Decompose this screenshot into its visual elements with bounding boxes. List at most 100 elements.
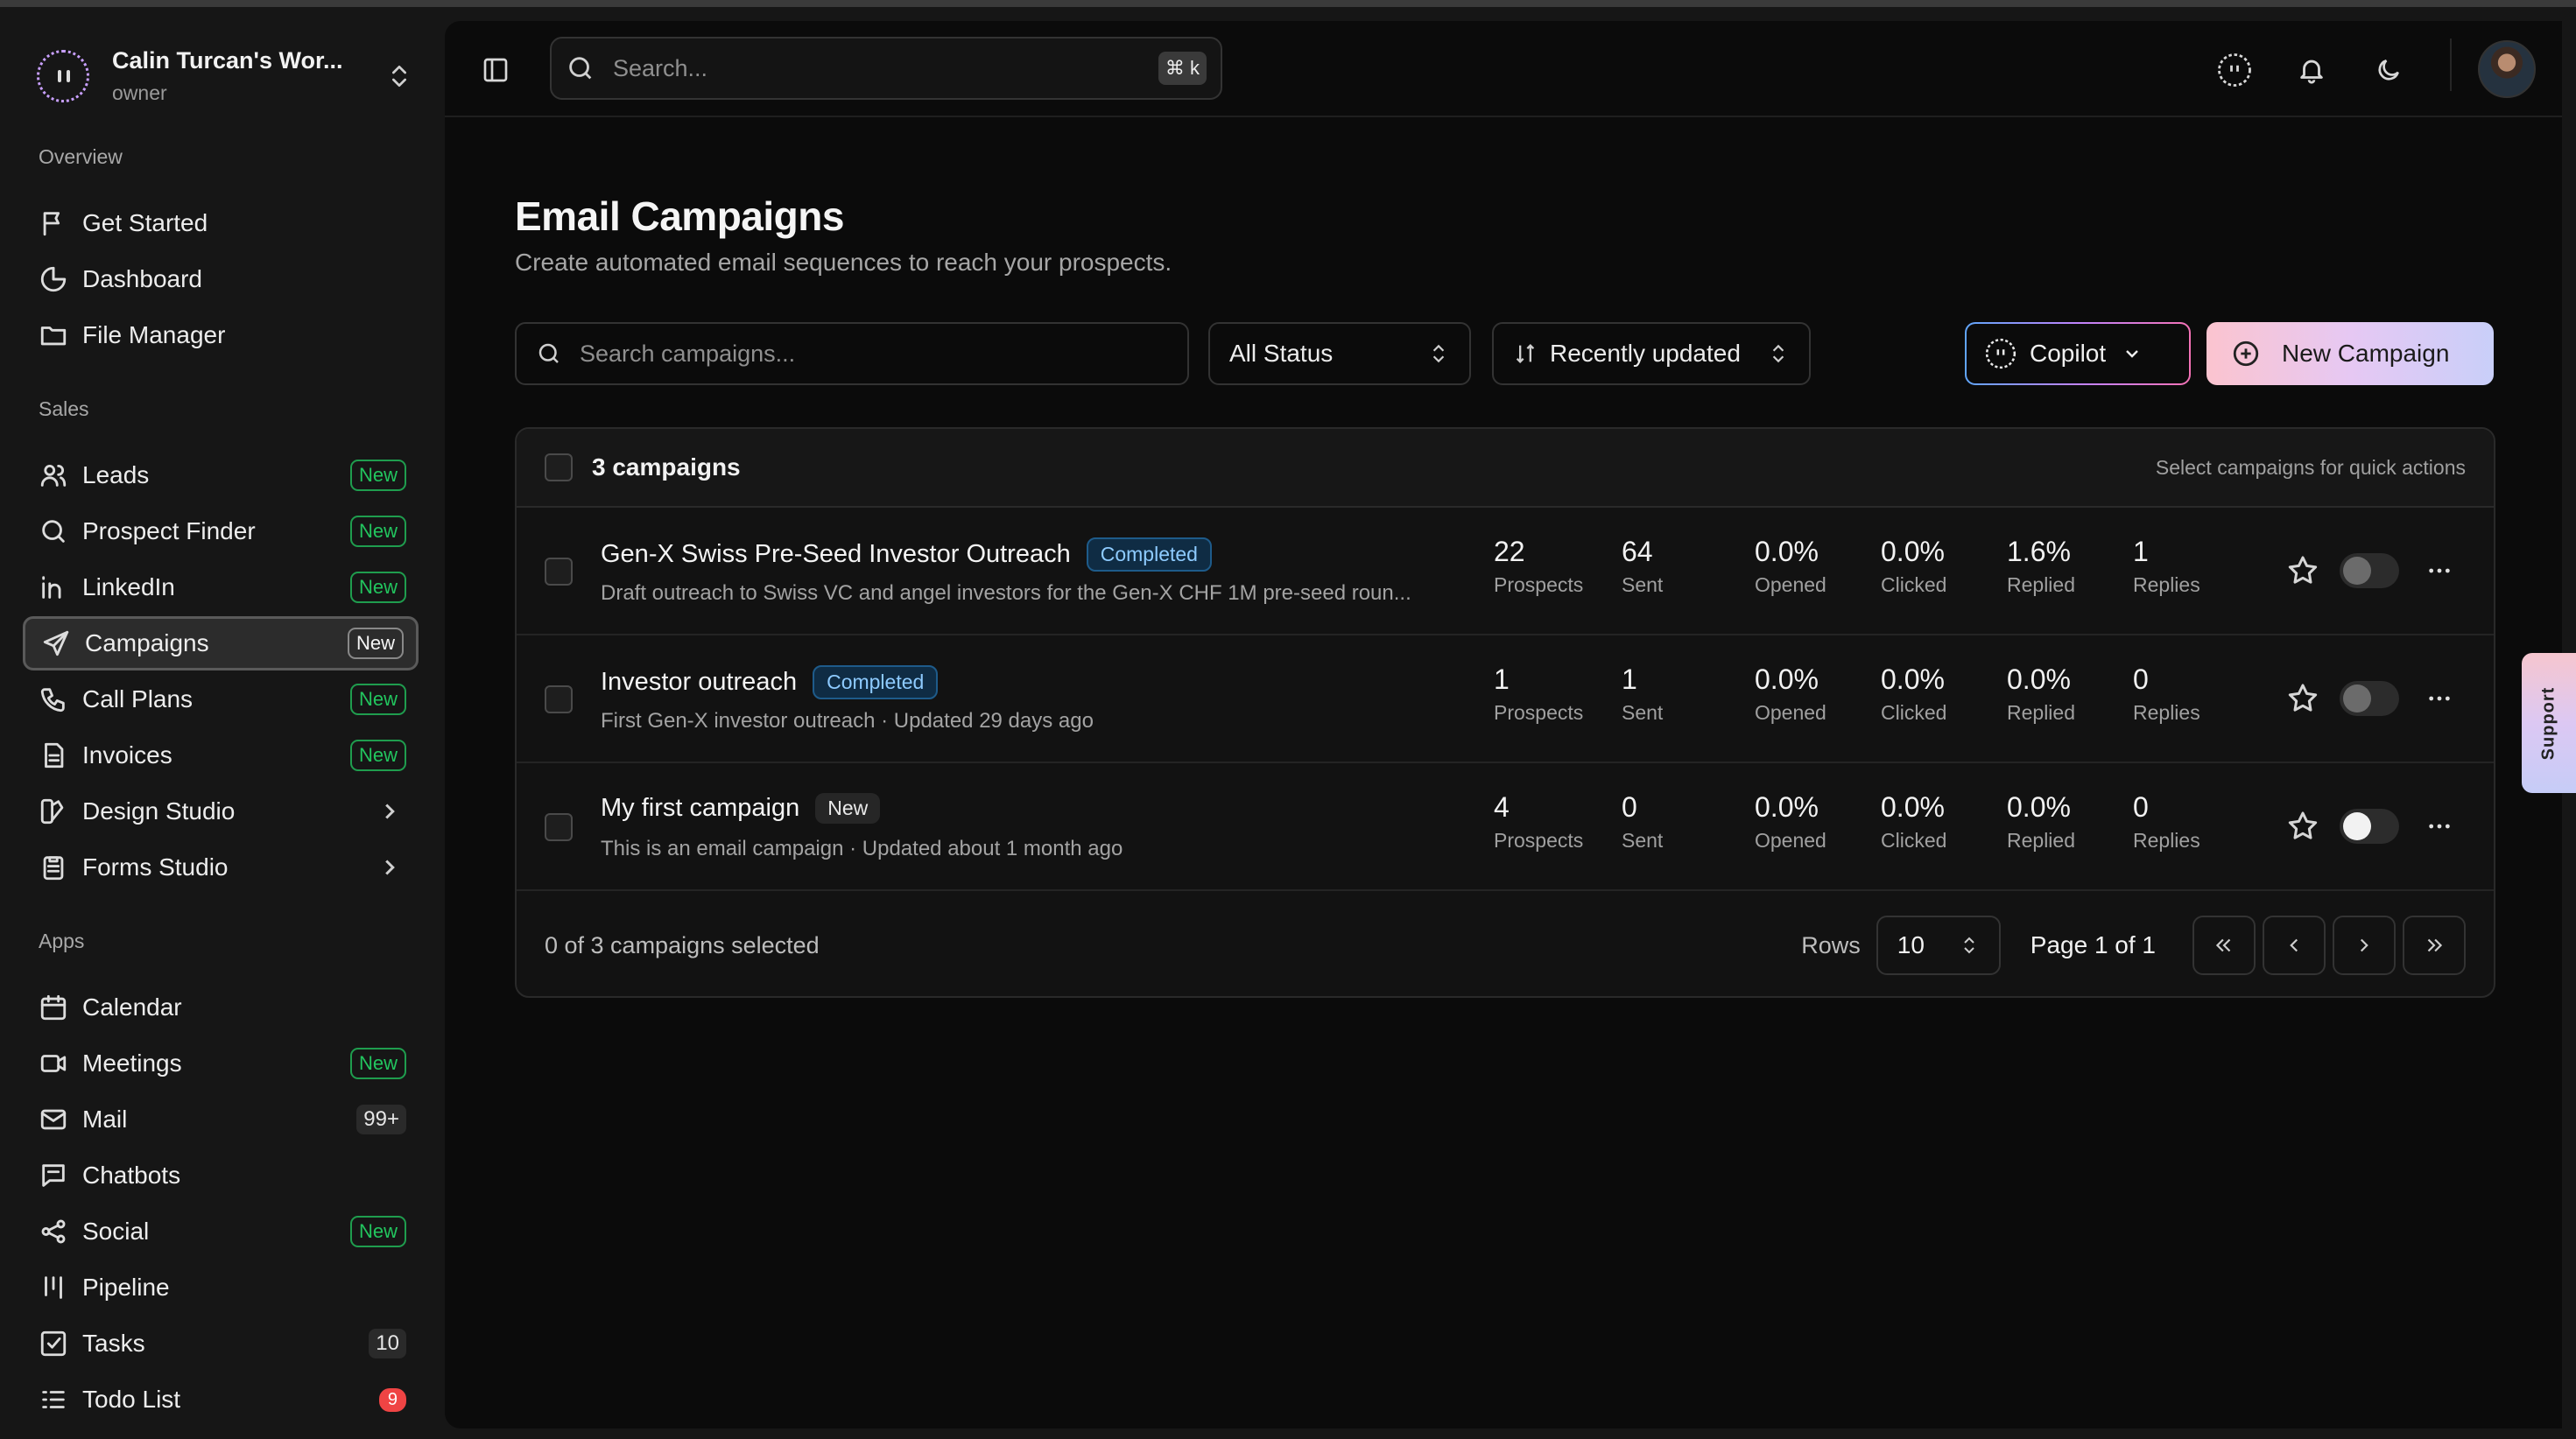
star-icon[interactable]: [2285, 681, 2320, 716]
stat-replies: 0 Replies: [2133, 663, 2200, 725]
star-icon[interactable]: [2285, 809, 2320, 844]
send-icon: [43, 630, 69, 656]
stat-label: Replies: [2133, 701, 2200, 724]
linkedin-icon: [42, 576, 61, 599]
last-page-button[interactable]: [2403, 916, 2466, 975]
campaign-name[interactable]: Investor outreach: [601, 668, 797, 697]
first-page-button[interactable]: [2192, 916, 2256, 975]
search-icon: [569, 57, 592, 80]
support-tab[interactable]: Support: [2522, 653, 2576, 793]
theme-toggle-button[interactable]: [2371, 53, 2406, 88]
sidebar-item-label: Social: [82, 1218, 150, 1245]
sidebar-item-label: Meetings: [82, 1049, 182, 1077]
chevron-right-icon: [385, 804, 395, 819]
star-icon[interactable]: [2285, 553, 2320, 588]
table-row[interactable]: My first campaign New This is an email cam…: [517, 763, 2494, 891]
new-badge: New: [347, 628, 404, 659]
previous-page-button[interactable]: [2263, 916, 2326, 975]
sidebar-item-label: Invoices: [82, 741, 172, 769]
sidebar-item-todo-list[interactable]: Todo List 9: [23, 1372, 419, 1427]
stat-replies: 1 Replies: [2133, 536, 2200, 597]
more-horizontal-icon[interactable]: [2422, 557, 2457, 585]
sidebar-item-label: Leads: [82, 461, 150, 488]
campaign-active-toggle[interactable]: [2340, 809, 2399, 844]
new-campaign-button[interactable]: New Campaign: [2206, 322, 2494, 385]
stat-label: Sent: [1622, 701, 1664, 724]
stat-value: 0.0%: [2007, 663, 2071, 695]
sidebar-item-label: Campaigns: [85, 629, 209, 656]
sidebar-item-label: Todo List: [82, 1386, 181, 1413]
sidebar-item-mail[interactable]: Mail 99+: [23, 1092, 419, 1147]
selection-count: 0 of 3 campaigns selected: [545, 931, 820, 958]
sidebar-item-label: Design Studio: [82, 797, 236, 825]
sidebar-item-chatbots[interactable]: Chatbots: [23, 1148, 419, 1203]
campaign-name[interactable]: Gen-X Swiss Pre-Seed Investor Outreach: [601, 540, 1071, 569]
select-all-checkbox[interactable]: [545, 453, 573, 481]
campaign-name-cell: Gen-X Swiss Pre-Seed Investor Outreach Co…: [601, 537, 1212, 572]
stat-replied: 0.0% Replied: [2007, 791, 2075, 853]
sidebar-item-linkedin[interactable]: LinkedIn New: [23, 560, 419, 614]
table-row[interactable]: Investor outreach Completed First Gen-X in…: [517, 635, 2494, 763]
sidebar-item-call-plans[interactable]: Call Plans New: [23, 672, 419, 727]
stat-replied: 1.6% Replied: [2007, 536, 2075, 597]
section-label-sales: Sales: [39, 397, 89, 420]
sidebar-item-meetings[interactable]: Meetings New: [23, 1036, 419, 1091]
sort-select[interactable]: Recently updated: [1492, 322, 1811, 385]
more-horizontal-icon[interactable]: [2422, 812, 2457, 840]
campaign-active-toggle[interactable]: [2340, 681, 2399, 716]
campaign-search-input[interactable]: Search campaigns...: [515, 322, 1189, 385]
sidebar-item-forms-studio[interactable]: Forms Studio: [23, 840, 419, 895]
stat-label: Opened: [1755, 573, 1826, 596]
sidebar-item-social[interactable]: Social New: [23, 1204, 419, 1259]
stat-label: Sent: [1622, 829, 1664, 852]
copilot-dropdown-button[interactable]: Copilot: [1965, 322, 2191, 385]
chevrons-up-down-icon: [392, 66, 406, 87]
sidebar-item-pipeline[interactable]: Pipeline: [23, 1260, 419, 1315]
campaign-description: This is an email campaign · Updated abou…: [601, 837, 1123, 860]
copilot-face-icon: [2218, 53, 2251, 87]
campaign-name[interactable]: My first campaign: [601, 794, 799, 823]
status-filter-select[interactable]: All Status: [1208, 322, 1471, 385]
message-icon: [42, 1164, 65, 1187]
new-badge: New: [349, 460, 406, 491]
sidebar-item-label: Get Started: [82, 209, 208, 236]
sidebar-item-leads[interactable]: Leads New: [23, 448, 419, 502]
search-shortcut: ⌘ k: [1158, 52, 1207, 85]
sidebar-item-get-started[interactable]: Get Started: [23, 196, 419, 250]
sidebar-item-campaigns[interactable]: Campaigns New: [23, 616, 419, 670]
copilot-button[interactable]: [2215, 51, 2254, 89]
stat-sent: 0 Sent: [1622, 791, 1663, 853]
stat-value: 0.0%: [1755, 791, 1819, 823]
row-checkbox[interactable]: [545, 558, 573, 586]
user-avatar[interactable]: [2478, 40, 2536, 98]
campaign-count: 3 campaigns: [592, 453, 741, 481]
rows-per-page-select[interactable]: 10: [1876, 916, 2001, 975]
sidebar: Calin Turcan's Wor... owner Overview Get…: [0, 7, 445, 1432]
sidebar-toggle-button[interactable]: [478, 53, 513, 88]
flag-icon: [43, 212, 60, 236]
sidebar-item-calendar[interactable]: Calendar: [23, 980, 419, 1035]
sidebar-item-prospect-finder[interactable]: Prospect Finder New: [23, 504, 419, 558]
row-checkbox[interactable]: [545, 813, 573, 841]
sidebar-item-file-manager[interactable]: File Manager: [23, 308, 419, 362]
more-horizontal-icon[interactable]: [2422, 684, 2457, 712]
workspace-switcher[interactable]: Calin Turcan's Wor... owner: [37, 44, 413, 109]
sidebar-item-invoices[interactable]: Invoices New: [23, 728, 419, 783]
table-row[interactable]: Gen-X Swiss Pre-Seed Investor Outreach Co…: [517, 508, 2494, 635]
sidebar-item-dashboard[interactable]: Dashboard: [23, 252, 419, 306]
sidebar-item-design-studio[interactable]: Design Studio: [23, 784, 419, 839]
campaign-active-toggle[interactable]: [2340, 553, 2399, 588]
count-badge: 10: [369, 1329, 406, 1358]
folder-icon: [40, 326, 67, 346]
notifications-button[interactable]: [2294, 53, 2329, 88]
sidebar-item-tasks[interactable]: Tasks 10: [23, 1316, 419, 1371]
rows-per-page-value: 10: [1897, 931, 1925, 958]
stat-value: 4: [1494, 791, 1510, 823]
chevron-down-icon: [2126, 350, 2139, 358]
row-checkbox[interactable]: [545, 685, 573, 713]
palette-icon: [40, 798, 64, 825]
stat-label: Clicked: [1881, 701, 1947, 724]
next-page-button[interactable]: [2333, 916, 2396, 975]
global-search[interactable]: Search... ⌘ k: [550, 37, 1222, 100]
stat-clicked: 0.0% Clicked: [1881, 791, 1946, 853]
